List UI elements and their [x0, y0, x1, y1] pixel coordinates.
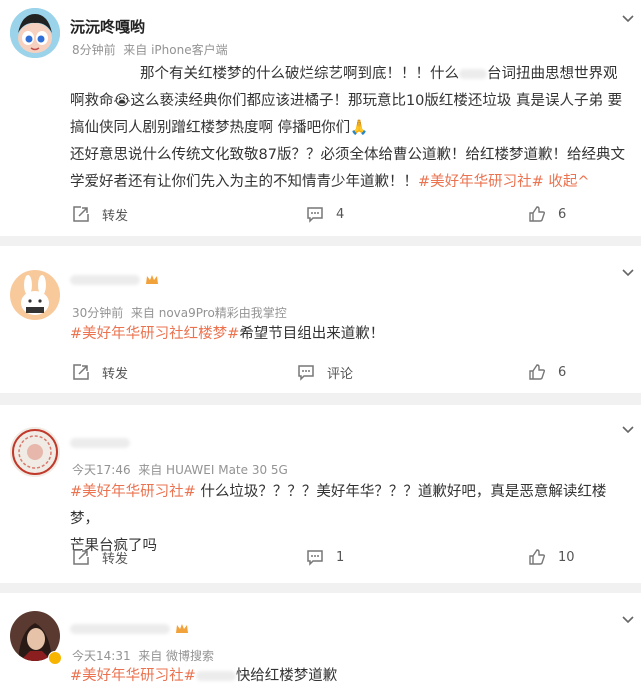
- post-body-line: 还好意思说什么传统文化致敬87版？？必须全体给曹公道歉！给红楼梦道歉！给经典文: [70, 147, 625, 163]
- weibo-post: 今天14:31 来自 微博搜索 #美好年华研习社# 快给红楼梦道歉: [0, 593, 641, 695]
- redacted-text: [70, 274, 140, 285]
- repost-icon: [73, 364, 89, 380]
- post-body: #美好年华研习社红楼梦#希望节目组出来道歉！: [70, 326, 385, 342]
- post-time: 8分钟前: [72, 43, 116, 57]
- username-redacted[interactable]: [70, 433, 130, 451]
- post-body-line: 啊救命😭这么亵渎经典你们都应该进橘子！那玩意比10版红楼还垃圾 真是误人子弟 要: [70, 93, 623, 109]
- weibo-post: 今天17:46 来自 HUAWEI Mate 30 5G #美好年华研习社# 什…: [0, 405, 641, 583]
- weibo-post: 沅沅咚嘎哟 8分钟前 来自 iPhone客户端 那个有关红楼梦的什么破烂综艺啊到…: [0, 0, 641, 236]
- comment-icon: [307, 207, 323, 223]
- avatar[interactable]: [10, 8, 60, 58]
- like-button[interactable]: 6: [528, 201, 566, 227]
- post-actions: 转发 评论 6: [0, 359, 641, 385]
- comment-button[interactable]: 1: [306, 544, 344, 570]
- username-redacted[interactable]: [70, 270, 159, 288]
- post-source: 来自 iPhone客户端: [123, 43, 228, 57]
- post-body-line: 那个有关红楼梦的什么破烂综艺啊到底！！！什么 台词扭曲思想世界观: [140, 66, 618, 82]
- chevron-down-icon[interactable]: [621, 266, 635, 280]
- post-meta: 8分钟前 来自 iPhone客户端: [72, 41, 228, 58]
- thumbs-up-icon: [529, 549, 546, 565]
- post-source: 来自 nova9Pro精彩由我掌控: [130, 306, 287, 320]
- post-actions: 转发 4 6: [0, 201, 641, 227]
- post-body: #美好年华研习社# 快给红楼梦道歉: [70, 668, 338, 684]
- avatar[interactable]: [10, 270, 60, 320]
- redacted-text: [70, 437, 130, 448]
- chevron-down-icon[interactable]: [621, 12, 635, 26]
- comment-button[interactable]: 4: [306, 201, 344, 227]
- comment-icon: [307, 550, 323, 566]
- post-time: 30分钟前: [72, 306, 124, 320]
- redacted-text: [195, 671, 236, 681]
- hashtag-link[interactable]: #美好年华研习社#: [418, 174, 544, 190]
- avatar-image: [10, 427, 60, 477]
- post-body-line: #美好年华研习社# 什么垃圾？？？？美好年华？？？道歉好吧，真是恶意解读红楼梦，: [70, 484, 607, 527]
- post-time: 今天14:31: [72, 649, 131, 663]
- post-body: 那个有关红楼梦的什么破烂综艺啊到底！！！什么 台词扭曲思想世界观 啊救命😭这么亵渎…: [70, 61, 625, 196]
- post-actions: 转发 1 10: [0, 544, 641, 570]
- chevron-down-icon[interactable]: [621, 423, 635, 437]
- comment-button[interactable]: 评论: [297, 359, 353, 385]
- thumbs-up-icon: [529, 364, 546, 380]
- post-meta: 今天14:31 来自 微博搜索: [72, 647, 214, 664]
- repost-button[interactable]: 转发: [72, 201, 128, 227]
- post-meta: 30分钟前 来自 nova9Pro精彩由我掌控: [72, 304, 287, 321]
- post-time: 今天17:46: [72, 463, 131, 477]
- thumbs-up-icon: [529, 206, 546, 222]
- repost-button[interactable]: 转发: [72, 359, 128, 385]
- repost-icon: [73, 549, 89, 565]
- hashtag-link[interactable]: #美好年华研习社#: [70, 484, 196, 500]
- verified-badge: [48, 651, 62, 665]
- hashtag-link[interactable]: #美好年华研习社红楼梦#: [70, 326, 239, 342]
- username-redacted[interactable]: [70, 619, 189, 637]
- collapse-link[interactable]: 收起^: [548, 174, 589, 190]
- repost-button[interactable]: 转发: [72, 544, 128, 570]
- post-source: 来自 HUAWEI Mate 30 5G: [138, 463, 288, 477]
- avatar[interactable]: [10, 427, 60, 477]
- weibo-post: 30分钟前 来自 nova9Pro精彩由我掌控 #美好年华研习社红楼梦#希望节目…: [0, 246, 641, 393]
- post-source: 来自 微博搜索: [138, 649, 215, 663]
- vip-badge-icon: [146, 274, 159, 284]
- post-body-line: 学爱好者还有让你们先入为主的不知情青少年道歉！！#美好年华研习社# 收起^: [70, 174, 590, 190]
- avatar-image: [10, 8, 60, 58]
- vip-badge-icon: [176, 623, 189, 633]
- comment-icon: [298, 365, 314, 381]
- post-meta: 今天17:46 来自 HUAWEI Mate 30 5G: [72, 461, 288, 478]
- hashtag-link[interactable]: #美好年华研习社#: [70, 668, 196, 684]
- like-button[interactable]: 6: [528, 359, 566, 385]
- post-body-line: 搞仙侠同人剧别蹭红楼梦热度啊 停播吧你们🙏: [70, 120, 369, 136]
- repost-icon: [73, 206, 89, 222]
- chevron-down-icon[interactable]: [621, 613, 635, 627]
- redacted-text: [70, 623, 170, 634]
- like-button[interactable]: 10: [528, 544, 575, 570]
- username[interactable]: 沅沅咚嘎哟: [70, 16, 145, 37]
- redacted-text: [459, 69, 487, 79]
- avatar-image: [10, 270, 60, 320]
